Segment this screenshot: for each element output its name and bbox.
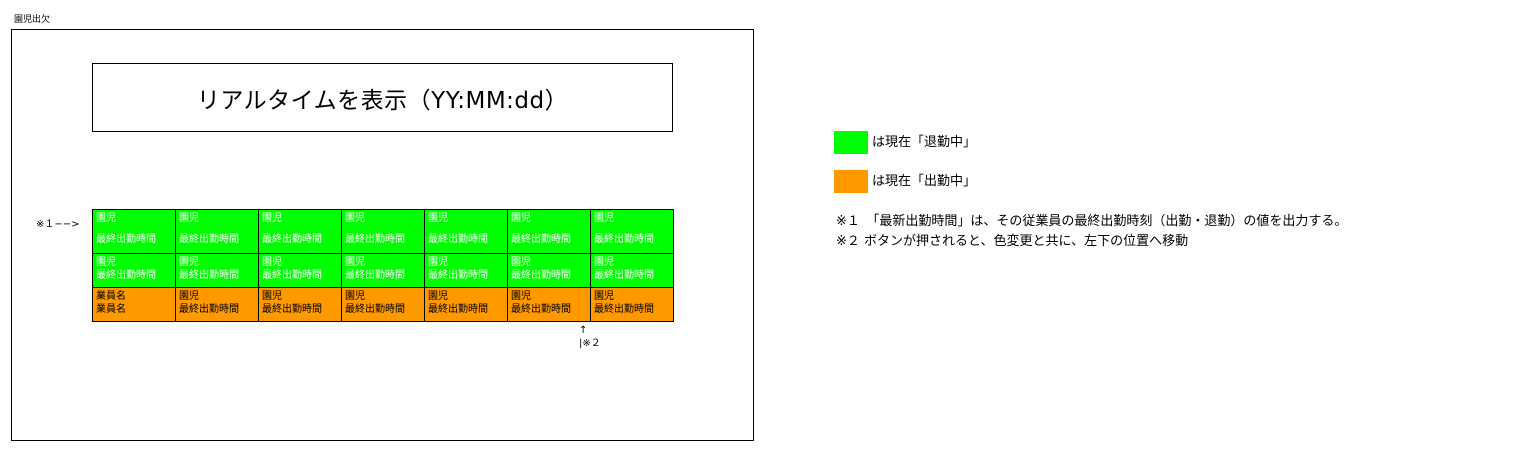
cell-name: 園児 — [428, 213, 448, 224]
cell-time: 最終出勤時間 — [594, 234, 654, 245]
cell-time: 最終出勤時間 — [428, 304, 488, 315]
move-note: ↑ |※２ — [579, 324, 601, 350]
cell-name: 園児 — [511, 291, 531, 302]
cell-time: 最終出勤時間 — [428, 234, 488, 245]
attendance-button[interactable]: 園児 最終出勤時間 — [93, 210, 176, 254]
attendance-button[interactable]: 園児 最終出勤時間 — [176, 254, 259, 288]
legend-text-retired: は現在「退勤中」 — [872, 135, 977, 150]
realtime-clock: リアルタイムを表示（YY:MM:dd） — [92, 63, 673, 132]
notes: ※１ 「最新出勤時間」は、その従業員の最終出勤時刻（出勤・退勤）の値を出力する。… — [836, 212, 1347, 252]
cell-time: 最終出勤時間 — [511, 270, 571, 281]
legend-swatch-working — [834, 170, 868, 193]
attendance-button[interactable]: 園児 最終出勤時間 — [591, 210, 674, 254]
note-1: ※１ 「最新出勤時間」は、その従業員の最終出勤時刻（出勤・退勤）の値を出力する。 — [836, 214, 1348, 229]
attendance-button[interactable]: 園児 最終出勤時間 — [259, 254, 342, 288]
attendance-button[interactable]: 園児 最終出勤時間 — [342, 288, 425, 322]
attendance-button[interactable]: 園児 最終出勤時間 — [176, 210, 259, 254]
cell-name: 園児 — [511, 213, 531, 224]
cell-name: 園児 — [345, 257, 365, 268]
cell-name: 園児 — [179, 257, 199, 268]
attendance-button[interactable]: 園児 最終出勤時間 — [508, 210, 591, 254]
cell-time: 最終出勤時間 — [511, 304, 571, 315]
cell-time: 最終出勤時間 — [262, 234, 322, 245]
up-arrow-icon: ↑ — [579, 325, 588, 336]
attendance-button[interactable]: 園児 最終出勤時間 — [591, 288, 674, 322]
cell-name: 園児 — [428, 291, 448, 302]
cell-time: 最終出勤時間 — [345, 234, 405, 245]
cell-name: 園児 — [179, 291, 199, 302]
row-note: ※１−−> — [36, 219, 80, 230]
legend-text-working: は現在「出勤中」 — [872, 174, 977, 189]
cell-name: 園児 — [511, 257, 531, 268]
cell-name: 園児 — [96, 213, 116, 224]
cell-time: 最終出勤時間 — [179, 270, 239, 281]
cell-time: 最終出勤時間 — [179, 234, 239, 245]
cell-name: 園児 — [428, 257, 448, 268]
attendance-button[interactable]: 業員名 業員名 — [93, 288, 176, 322]
attendance-button[interactable]: 園児 最終出勤時間 — [425, 210, 508, 254]
legend-swatch-retired — [834, 131, 868, 154]
cell-name: 園児 — [96, 257, 116, 268]
attendance-button[interactable]: 園児 最終出勤時間 — [176, 288, 259, 322]
cell-time: 最終出勤時間 — [96, 270, 156, 281]
attendance-button[interactable]: 園児 最終出勤時間 — [591, 254, 674, 288]
cell-name: 園児 — [262, 213, 282, 224]
attendance-button[interactable]: 園児 最終出勤時間 — [342, 210, 425, 254]
cell-time: 最終出勤時間 — [262, 270, 322, 281]
cell-time: 最終出勤時間 — [345, 270, 405, 281]
cell-time: 最終出勤時間 — [594, 304, 654, 315]
cell-name: 園児 — [594, 213, 614, 224]
cell-time: 業員名 — [96, 304, 126, 315]
cell-name: 園児 — [345, 213, 365, 224]
attendance-button[interactable]: 園児 最終出勤時間 — [508, 288, 591, 322]
cell-name: 園児 — [262, 257, 282, 268]
attendance-button[interactable]: 園児 最終出勤時間 — [425, 254, 508, 288]
attendance-button[interactable]: 園児 最終出勤時間 — [259, 210, 342, 254]
attendance-button[interactable]: 園児 最終出勤時間 — [425, 288, 508, 322]
attendance-button[interactable]: 園児 最終出勤時間 — [93, 254, 176, 288]
cell-name: 園児 — [179, 213, 199, 224]
cell-name: 園児 — [262, 291, 282, 302]
attendance-button[interactable]: 園児 最終出勤時間 — [342, 254, 425, 288]
cell-name: 業員名 — [96, 291, 126, 302]
cell-time: 最終出勤時間 — [428, 270, 488, 281]
cell-name: 園児 — [594, 257, 614, 268]
move-note-label: |※２ — [579, 338, 601, 349]
note-2: ※２ ボタンが押されると、色変更と共に、左下の位置へ移動 — [836, 234, 1189, 249]
cell-time: 最終出勤時間 — [96, 234, 156, 245]
cell-name: 園児 — [594, 291, 614, 302]
cell-time: 最終出勤時間 — [179, 304, 239, 315]
cell-name: 園児 — [345, 291, 365, 302]
attendance-grid: 園児 最終出勤時間 園児 最終出勤時間 園児 最終出勤時間 園児 最終出勤時間 園児 最終出勤時間… — [92, 209, 674, 322]
attendance-button[interactable]: 園児 最終出勤時間 — [508, 254, 591, 288]
cell-time: 最終出勤時間 — [345, 304, 405, 315]
cell-time: 最終出勤時間 — [262, 304, 322, 315]
cell-time: 最終出勤時間 — [511, 234, 571, 245]
page-caption: 園児出欠 — [14, 15, 51, 25]
attendance-button[interactable]: 園児 最終出勤時間 — [259, 288, 342, 322]
cell-time: 最終出勤時間 — [594, 270, 654, 281]
